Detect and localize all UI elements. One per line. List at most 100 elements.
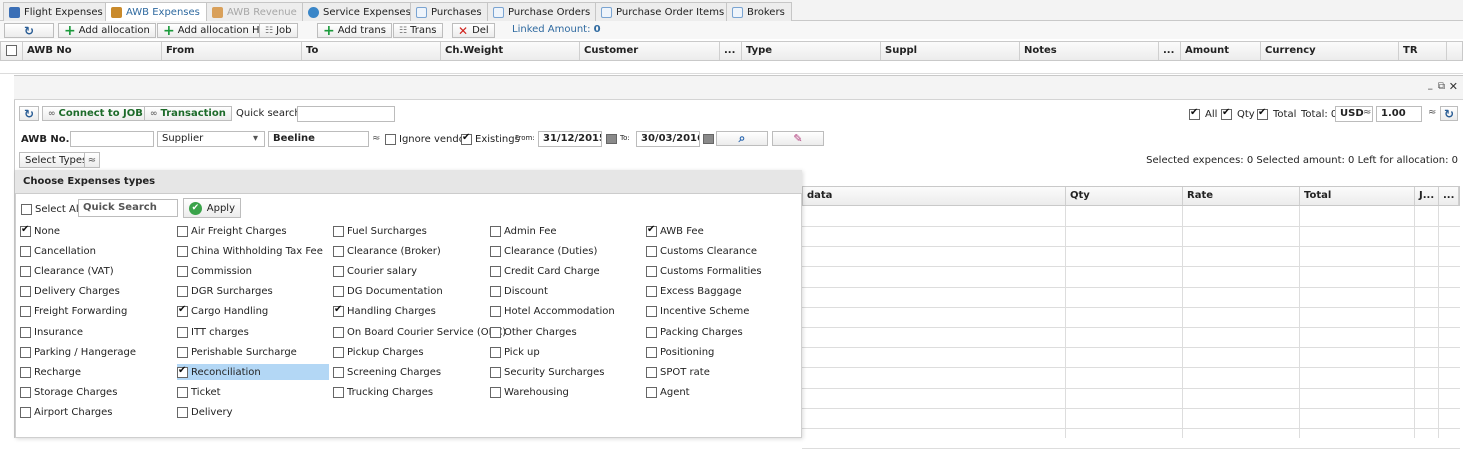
expense-type-checkbox[interactable] [646,387,657,399]
expense-type-checkbox[interactable] [20,366,31,378]
expense-type-checkbox[interactable] [490,306,501,318]
qty-checkbox[interactable] [1221,107,1232,120]
column-more[interactable]: ... [1159,42,1181,60]
expense-type-checkbox[interactable] [490,265,501,277]
select-types-toggle[interactable]: ≈ [84,152,100,168]
expense-type-checkbox[interactable] [646,346,657,358]
ignore-vendor-checkbox[interactable] [385,134,396,145]
expense-type-checkbox[interactable] [490,387,501,399]
expense-type-checkbox[interactable] [333,326,344,338]
expense-type-checkbox[interactable] [177,265,188,277]
expense-type-option[interactable]: Air Freight Charges [177,223,329,239]
expense-type-option[interactable]: Handling Charges [333,304,488,320]
chevron-down-icon[interactable]: ≈ [1363,107,1371,118]
existings-checkbox[interactable] [461,132,472,145]
add-allocation-button[interactable]: + Add allocation [58,23,156,38]
tab-awb-expenses[interactable]: AWB Expenses [105,2,207,22]
expense-type-option[interactable]: Clearance (Broker) [333,243,488,259]
panel-refresh-button[interactable]: ↻ [19,106,39,121]
column-awb-no[interactable]: AWB No [23,42,162,60]
expense-type-option[interactable]: Freight Forwarding [20,304,168,320]
expense-type-checkbox[interactable] [490,346,501,358]
column-amount[interactable]: Amount [1181,42,1261,60]
select-all-checkbox[interactable] [21,204,32,215]
expense-type-checkbox[interactable] [177,365,188,378]
tab-purchase-orders[interactable]: Purchase Orders [487,2,598,21]
to-date-input[interactable]: 30/03/2016 [636,131,700,147]
expense-type-checkbox[interactable] [177,407,188,419]
chevron-down-icon[interactable]: ≈ [372,133,380,144]
expense-type-option[interactable]: Incentive Scheme [646,304,796,320]
expense-type-checkbox[interactable] [20,265,31,277]
close-icon[interactable]: ✕ [1449,80,1458,93]
delete-button[interactable]: ✕ Del [452,23,495,38]
expense-type-checkbox[interactable] [20,346,31,358]
select-all-rows-checkbox[interactable] [1,42,23,60]
minimize-icon[interactable]: – [1428,82,1434,95]
tab-purchases[interactable]: Purchases [410,2,489,21]
supplier-select[interactable]: Supplier ▾ [157,131,265,147]
expense-type-option[interactable]: Cancellation [20,243,168,259]
column-total[interactable]: Total [1300,187,1415,205]
expense-type-option[interactable]: Clearance (VAT) [20,263,168,279]
expense-type-option[interactable]: Screening Charges [333,364,488,380]
expense-type-option[interactable]: Perishable Surcharge [177,344,329,360]
tab-brokers[interactable]: Brokers [726,2,792,21]
quick-search-input[interactable] [297,106,395,122]
expense-type-option[interactable]: Ticket [177,385,329,401]
expense-type-option[interactable]: Storage Charges [20,385,168,401]
expense-type-option[interactable]: Delivery [177,405,329,421]
expense-type-checkbox[interactable] [177,387,188,399]
expense-type-option[interactable]: Customs Formalities [646,263,796,279]
expense-type-checkbox[interactable] [490,366,501,378]
expense-type-checkbox[interactable] [646,245,657,257]
column-more[interactable]: ... [1439,187,1459,205]
chooser-quick-search-input[interactable]: Quick Search [78,199,178,217]
expense-type-option[interactable]: Cargo Handling [177,304,329,320]
expense-type-checkbox[interactable] [490,225,501,237]
expense-type-option[interactable]: Admin Fee [490,223,640,239]
expense-type-option[interactable]: Delivery Charges [20,284,168,300]
expense-type-option[interactable]: Other Charges [490,324,640,340]
expense-type-checkbox[interactable] [177,225,188,237]
expense-type-checkbox[interactable] [20,224,31,237]
expense-type-option[interactable]: Insurance [20,324,168,340]
expense-type-checkbox[interactable] [177,326,188,338]
restore-icon[interactable]: ⧉ [1438,81,1445,92]
connect-to-job-button[interactable]: ∞ Connect to JOB [42,106,149,121]
trans-button[interactable]: ☷ Trans [393,23,443,38]
column-from[interactable]: From [162,42,302,60]
expense-type-checkbox[interactable] [333,304,344,318]
expense-type-checkbox[interactable] [646,265,657,277]
rate-input[interactable]: 1.00 [1376,106,1422,122]
expense-type-option[interactable]: Recharge [20,364,168,380]
from-date-input[interactable]: 31/12/2015 [538,131,602,147]
column-suppl[interactable]: Suppl [881,42,1020,60]
expense-type-option[interactable]: Agent [646,385,796,401]
expense-type-checkbox[interactable] [333,286,344,298]
clear-filter-button[interactable]: ✎ [772,131,824,146]
expense-type-option[interactable]: Hotel Accommodation [490,304,640,320]
supplier-input[interactable]: Beeline [268,131,369,147]
column-j[interactable]: J... [1415,187,1439,205]
calendar-icon[interactable] [703,134,714,144]
calendar-icon[interactable] [606,134,617,144]
expense-type-checkbox[interactable] [20,326,31,338]
expense-type-option[interactable]: DGR Surcharges [177,284,329,300]
column-notes[interactable]: Notes [1020,42,1159,60]
column-currency[interactable]: Currency [1261,42,1399,60]
expense-type-checkbox[interactable] [490,286,501,298]
expense-type-checkbox[interactable] [646,306,657,318]
expense-type-option[interactable]: Courier salary [333,263,488,279]
expense-type-option[interactable]: Reconciliation [177,364,329,381]
expense-type-checkbox[interactable] [646,366,657,378]
expense-type-option[interactable]: Clearance (Duties) [490,243,640,259]
transaction-button[interactable]: ∞ Transaction [144,106,232,121]
expense-type-checkbox[interactable] [490,326,501,338]
expense-type-checkbox[interactable] [646,326,657,338]
expense-type-option[interactable]: Security Surcharges [490,364,640,380]
expense-type-checkbox[interactable] [490,245,501,257]
tab-service-expenses[interactable]: Service Expenses [302,2,418,21]
awb-no-input[interactable] [70,131,154,147]
tab-flight-expenses[interactable]: Flight Expenses [3,2,110,21]
